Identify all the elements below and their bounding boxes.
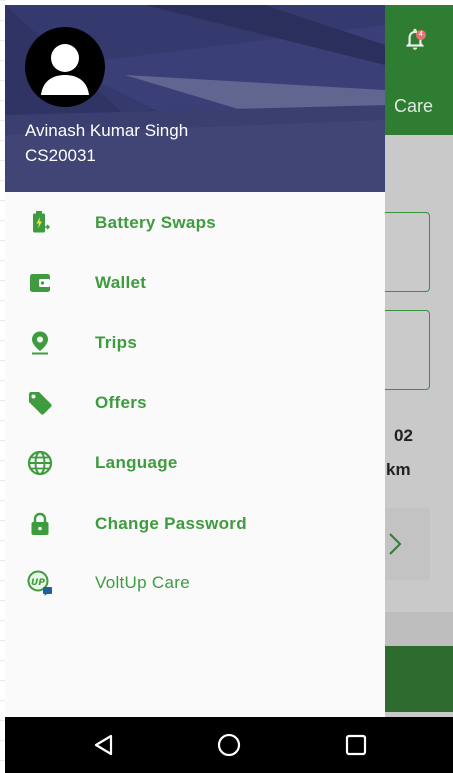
menu-item-trips[interactable]: Trips [5,314,385,370]
location-pin-icon [32,331,48,355]
menu-item-language[interactable]: Language [5,434,385,490]
user-id: CS20031 [25,146,96,165]
drawer-header: Avinash Kumar Singh CS20031 [5,5,385,192]
back-icon[interactable] [90,731,118,759]
menu-label: Trips [95,333,138,352]
user-name: Avinash Kumar Singh [25,121,189,140]
menu-label: Language [95,453,178,472]
menu-item-wallet[interactable]: Wallet [5,254,385,310]
menu-label: VoltUp Care [95,573,190,592]
header-care-text: Care [394,96,434,116]
home-icon[interactable] [215,731,243,759]
menu-item-offers[interactable]: Offers [5,374,385,430]
navigation-drawer: Avinash Kumar Singh CS20031 Battery Swap… [5,5,385,717]
system-navigation-bar [5,717,453,773]
tag-icon [29,392,52,415]
notification-bell-icon[interactable] [402,26,428,52]
menu-label: Change Password [95,514,247,533]
wallet-icon [30,274,50,292]
globe-icon [27,450,53,476]
notification-badge: 4 [416,30,426,40]
menu-item-voltup-care[interactable]: UP VoltUp Care [5,554,385,610]
battery-swap-icon [33,211,51,233]
lock-icon [31,512,49,535]
chevron-right-icon [389,533,402,555]
avatar[interactable] [25,27,105,107]
user-avatar-icon [41,44,89,95]
menu-item-battery-swaps[interactable]: Battery Swaps [5,194,385,250]
menu-item-change-password[interactable]: Change Password [5,495,385,551]
stat-unit: km [386,460,411,479]
menu-label: Wallet [95,273,147,292]
voltup-care-icon: UP [27,570,52,596]
svg-text:UP: UP [31,578,45,588]
menu-label: Battery Swaps [95,213,217,232]
recents-icon[interactable] [342,731,370,759]
menu-label: Offers [95,393,147,412]
stat-value: 02 [394,426,413,445]
